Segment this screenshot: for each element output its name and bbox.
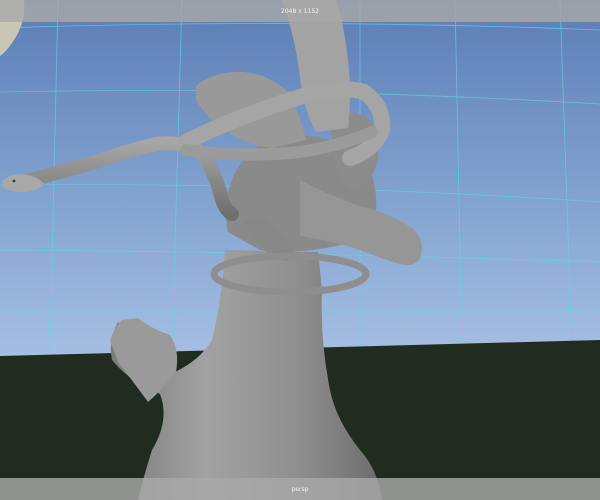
resolution-gate-bottom: persp [0, 478, 600, 500]
resolution-gate-top: 2048 x 1152 [0, 0, 600, 22]
camera-label: persp [291, 485, 309, 493]
viewport-scene[interactable] [0, 0, 600, 500]
snake-eye [12, 179, 16, 183]
maya-viewport[interactable]: 2048 x 1152 persp [0, 0, 600, 500]
resolution-label: 2048 x 1152 [281, 7, 319, 15]
